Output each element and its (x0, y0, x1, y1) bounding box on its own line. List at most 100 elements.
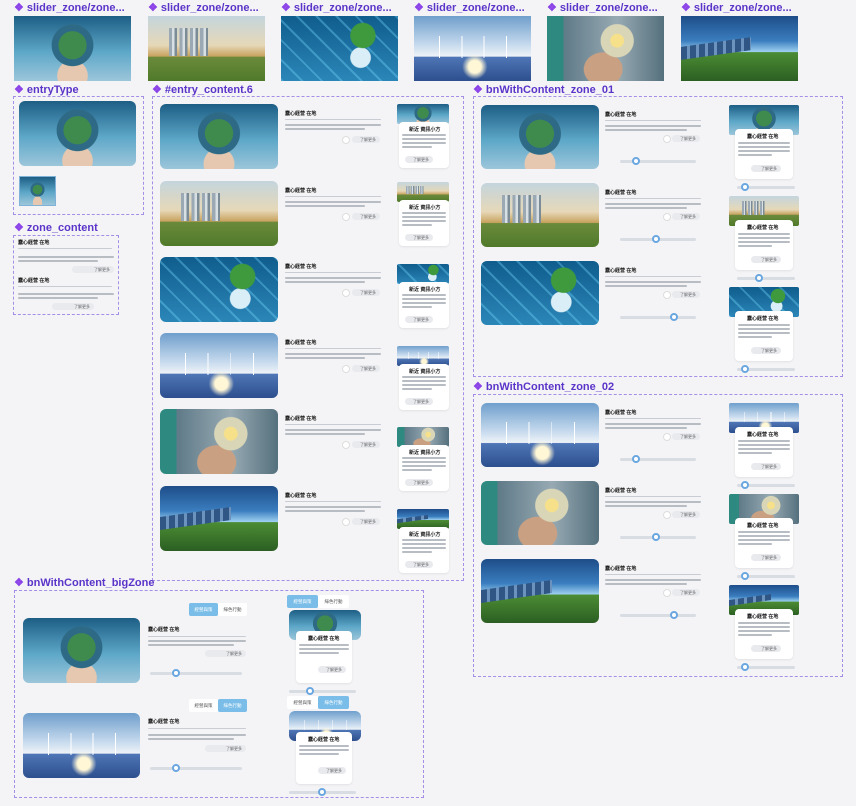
entry-mobile-image[interactable] (397, 346, 449, 366)
more-button[interactable]: 了解更多 (352, 136, 380, 143)
more-button[interactable]: 了解更多 (751, 256, 781, 263)
frame-label-slider-1[interactable]: ❖ slider_zone/zone... (14, 1, 132, 15)
frame-label-slider-5[interactable]: ❖ slider_zone/zone... (547, 1, 665, 15)
more-button[interactable]: 了解更多 (405, 561, 433, 568)
more-button[interactable]: 了解更多 (405, 398, 433, 405)
more-button[interactable]: 了解更多 (405, 156, 433, 163)
progress-slider[interactable] (620, 533, 696, 541)
more-button[interactable]: 了解更多 (72, 266, 114, 273)
more-button[interactable]: 了解更多 (318, 767, 346, 774)
more-button[interactable]: 了解更多 (352, 441, 380, 448)
frame-label-bn-zone-01[interactable]: ❖ bnWithContent_zone_01 (473, 83, 653, 97)
more-button[interactable]: 了解更多 (205, 650, 246, 657)
more-button[interactable]: 了解更多 (352, 213, 380, 220)
more-button[interactable]: 了解更多 (405, 234, 433, 241)
progress-slider[interactable] (620, 157, 696, 165)
more-button[interactable]: 了解更多 (672, 291, 700, 298)
tab-green[interactable]: 綠色行動 (318, 696, 349, 709)
entry-mobile-image[interactable] (397, 509, 449, 529)
slider-handle[interactable] (172, 764, 180, 772)
frame-label-slider-4[interactable]: ❖ slider_zone/zone... (414, 1, 532, 15)
more-button[interactable]: 了解更多 (352, 518, 380, 525)
slider-handle[interactable] (652, 235, 660, 243)
more-button[interactable]: 了解更多 (405, 479, 433, 486)
plus-icon[interactable] (342, 213, 350, 221)
slider-handle[interactable] (306, 687, 314, 695)
plus-icon[interactable] (663, 135, 671, 143)
entry-image-large[interactable] (19, 101, 136, 166)
more-button[interactable]: 了解更多 (751, 165, 781, 172)
progress-slider[interactable] (620, 611, 696, 619)
more-button[interactable]: 了解更多 (672, 511, 700, 518)
progress-slider[interactable] (737, 183, 795, 191)
bn-row-image[interactable] (481, 183, 599, 247)
tab-business[interactable]: 經營與策 (287, 696, 318, 709)
bn-row-image[interactable] (481, 559, 599, 623)
frame-label-slider-3[interactable]: ❖ slider_zone/zone... (281, 1, 399, 15)
frame-label-entry-content[interactable]: ❖ #entry_content.6 (152, 83, 282, 97)
slider-handle[interactable] (318, 788, 326, 796)
plus-icon[interactable] (663, 213, 671, 221)
slider-handle[interactable] (741, 481, 749, 489)
frame-label-slider-6[interactable]: ❖ slider_zone/zone... (681, 1, 799, 15)
entry-mobile-image[interactable] (397, 182, 449, 202)
slider-handle[interactable] (172, 669, 180, 677)
entry-row-image[interactable] (160, 104, 278, 169)
more-button[interactable]: 了解更多 (205, 745, 246, 752)
frame-label-zone-content[interactable]: ❖ zone_content (14, 221, 124, 235)
tab-green[interactable]: 綠色行動 (318, 595, 349, 608)
bn-row-image[interactable] (481, 481, 599, 545)
more-button[interactable]: 了解更多 (751, 645, 781, 652)
plus-icon[interactable] (342, 365, 350, 373)
progress-slider[interactable] (737, 663, 795, 671)
slider-handle[interactable] (670, 313, 678, 321)
slider-handle[interactable] (741, 572, 749, 580)
plus-icon[interactable] (342, 441, 350, 449)
slider-handle[interactable] (632, 455, 640, 463)
more-button[interactable]: 了解更多 (672, 589, 700, 596)
slider-thumbnail-hand[interactable] (547, 16, 664, 81)
progress-slider[interactable] (737, 481, 795, 489)
progress-slider[interactable] (150, 669, 242, 677)
entry-mobile-image[interactable] (397, 264, 449, 284)
entry-mobile-image[interactable] (397, 427, 449, 447)
slider-handle[interactable] (755, 274, 763, 282)
slider-thumbnail-earth[interactable] (14, 16, 131, 81)
more-button[interactable]: 了解更多 (52, 303, 94, 310)
slider-handle[interactable] (741, 663, 749, 671)
more-button[interactable]: 了解更多 (751, 347, 781, 354)
bn-row-image[interactable] (481, 261, 599, 325)
slider-handle[interactable] (652, 533, 660, 541)
tab-business[interactable]: 經營與策 (189, 603, 218, 616)
big-zone-image-1[interactable] (23, 618, 140, 683)
more-button[interactable]: 了解更多 (672, 135, 700, 142)
progress-slider[interactable] (150, 764, 242, 772)
more-button[interactable]: 了解更多 (751, 554, 781, 561)
plus-icon[interactable] (342, 518, 350, 526)
progress-slider[interactable] (620, 235, 696, 243)
tab-green[interactable]: 綠色行動 (218, 699, 247, 712)
big-zone-image-2[interactable] (23, 713, 140, 778)
frame-label-entrytype[interactable]: ❖ entryType (14, 83, 144, 97)
plus-icon[interactable] (663, 291, 671, 299)
tab-business[interactable]: 經營與策 (287, 595, 318, 608)
progress-slider[interactable] (620, 455, 696, 463)
entry-row-image[interactable] (160, 257, 278, 322)
progress-slider[interactable] (289, 788, 356, 796)
slider-thumbnail-field[interactable] (681, 16, 798, 81)
plus-icon[interactable] (663, 511, 671, 519)
progress-slider[interactable] (289, 687, 356, 695)
entry-row-image[interactable] (160, 181, 278, 246)
more-button[interactable]: 了解更多 (318, 666, 346, 673)
bn-row-image[interactable] (481, 105, 599, 169)
more-button[interactable]: 了解更多 (672, 213, 700, 220)
progress-slider[interactable] (620, 313, 696, 321)
more-button[interactable]: 了解更多 (405, 316, 433, 323)
progress-slider[interactable] (737, 572, 795, 580)
entry-image-small[interactable] (19, 176, 56, 206)
slider-handle[interactable] (741, 183, 749, 191)
slider-handle[interactable] (741, 365, 749, 373)
slider-thumbnail-city[interactable] (148, 16, 265, 81)
slider-thumbnail-tree[interactable] (281, 16, 398, 81)
slider-handle[interactable] (632, 157, 640, 165)
